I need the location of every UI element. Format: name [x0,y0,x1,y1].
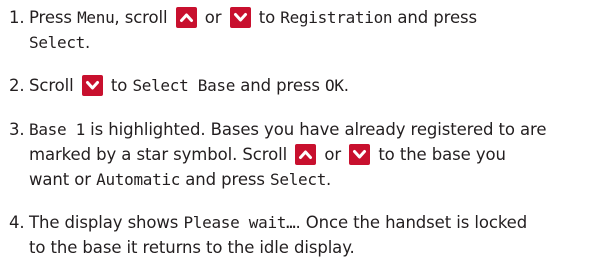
text: and press [235,76,326,95]
text: Press [29,8,78,27]
text: and press [180,170,271,189]
chevron-up-icon [299,150,313,159]
text: . [85,33,91,52]
text: and press [392,8,478,27]
step-3: 3. Base 1 is highlighted. Bases you have… [9,117,599,192]
text: . [343,76,349,95]
text: to [253,8,281,27]
chevron-down-icon [233,13,247,22]
text: want or [29,170,97,189]
step-text: The display shows Please wait…. Once the… [29,210,599,260]
step-1: 1. Press Menu, scroll or to Registration… [9,5,599,55]
text: Scroll [29,76,79,95]
text: is highlighted. Bases you have already r… [85,120,547,139]
text: marked by a star symbol. Scroll [29,145,293,164]
scroll-down-key [81,75,103,96]
menu-key-label: Menu [77,8,115,27]
chevron-down-icon [85,81,99,90]
text: to the base you [373,145,506,164]
step-text: Scroll to Select Base and press OK. [29,73,599,98]
chevron-up-icon [179,13,193,22]
step-number: 1. [9,8,25,27]
select-key-label: Select [270,170,327,189]
text: or [319,145,347,164]
step-text: Press Menu, scroll or to Registration an… [29,5,599,55]
step-4: 4. The display shows Please wait…. Once … [9,210,599,260]
step-number: 3. [9,120,25,139]
text: or [199,8,227,27]
select-base-display-text: Select Base [132,76,236,95]
text: to the base it returns to the idle displ… [29,238,355,257]
text: . [326,170,332,189]
text: The display shows [29,213,184,232]
text: to [105,76,133,95]
scroll-down-key [349,144,371,165]
scroll-up-key [295,144,317,165]
scroll-up-key [175,7,197,28]
instruction-steps: 1. Press Menu, scroll or to Registration… [0,0,605,278]
registration-display-text: Registration [280,8,393,27]
step-number: 4. [9,213,25,232]
scroll-down-key [229,7,251,28]
text: . Once the handset is locked [295,213,528,232]
please-wait-display-text: Please wait… [183,213,296,232]
text: , scroll [114,8,173,27]
ok-key-label: OK [325,76,344,95]
step-number: 2. [9,76,25,95]
chevron-down-icon [353,150,367,159]
step-2: 2. Scroll to Select Base and press OK. [9,73,599,98]
base-1-display-text: Base 1 [29,120,85,139]
automatic-display-text: Automatic [96,170,181,189]
select-key-label: Select [29,33,85,52]
step-text: Base 1 is highlighted. Bases you have al… [29,117,599,192]
